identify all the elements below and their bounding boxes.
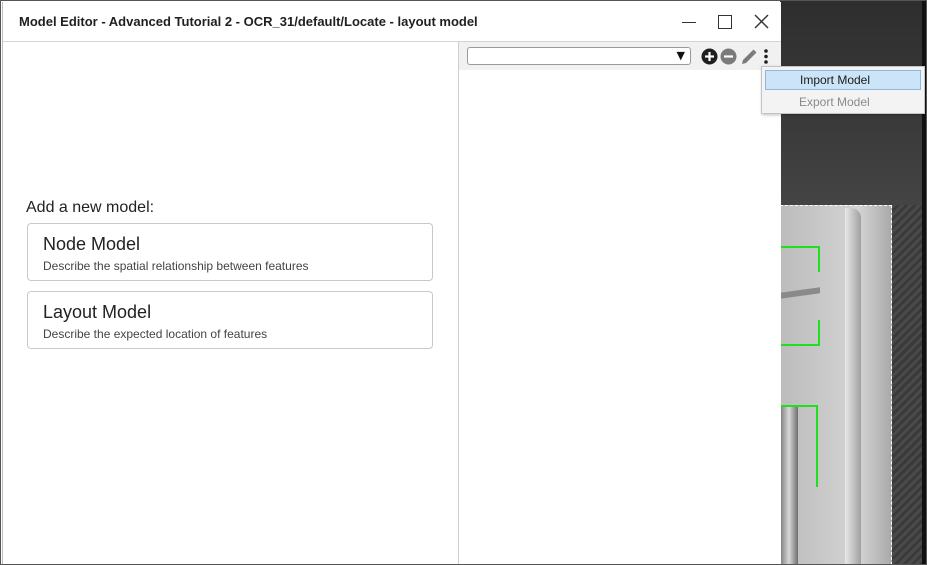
model-select-dropdown[interactable]: ▼ — [467, 47, 691, 65]
pencil-icon[interactable] — [740, 48, 757, 65]
node-model-title: Node Model — [43, 234, 141, 254]
maximize-icon — [718, 15, 732, 29]
layout-model-description: Describe the expected location of featur… — [43, 327, 268, 341]
title-bar[interactable]: Model Editor - Advanced Tutorial 2 - OCR… — [3, 2, 781, 42]
close-button[interactable] — [748, 10, 774, 34]
model-list-pane: ▼ — [459, 42, 781, 564]
menu-item-export-model[interactable]: Export Model — [765, 92, 921, 112]
roi-bracket-middle — [780, 320, 820, 346]
window-title: Model Editor - Advanced Tutorial 2 - OCR… — [19, 14, 478, 29]
model-options-menu: Import Model Export Model — [761, 66, 925, 114]
close-icon — [754, 14, 769, 29]
layout-model-card[interactable]: Layout Model Describe the expected locat… — [27, 291, 433, 349]
model-editor-window: Model Editor - Advanced Tutorial 2 - OCR… — [2, 2, 781, 564]
dropdown-arrow-icon: ▼ — [676, 49, 685, 62]
add-model-heading: Add a new model: — [26, 199, 155, 216]
roi-bracket-top — [780, 246, 820, 272]
remove-circle-icon[interactable] — [720, 48, 737, 65]
new-model-pane: Add a new model: Node Model Describe the… — [3, 42, 458, 564]
add-circle-icon[interactable] — [701, 48, 718, 65]
layout-model-title: Layout Model — [43, 302, 152, 322]
node-model-card[interactable]: Node Model Describe the spatial relation… — [27, 223, 433, 281]
maximize-button[interactable] — [712, 10, 738, 34]
minimize-icon — [682, 22, 696, 23]
menu-item-import-model[interactable]: Import Model — [765, 70, 921, 90]
minimize-button[interactable] — [676, 10, 702, 34]
model-toolbar: ▼ — [459, 42, 781, 70]
node-model-description: Describe the spatial relationship betwee… — [43, 259, 309, 273]
more-vertical-icon[interactable] — [761, 48, 771, 65]
roi-bracket-bottom — [780, 405, 818, 487]
